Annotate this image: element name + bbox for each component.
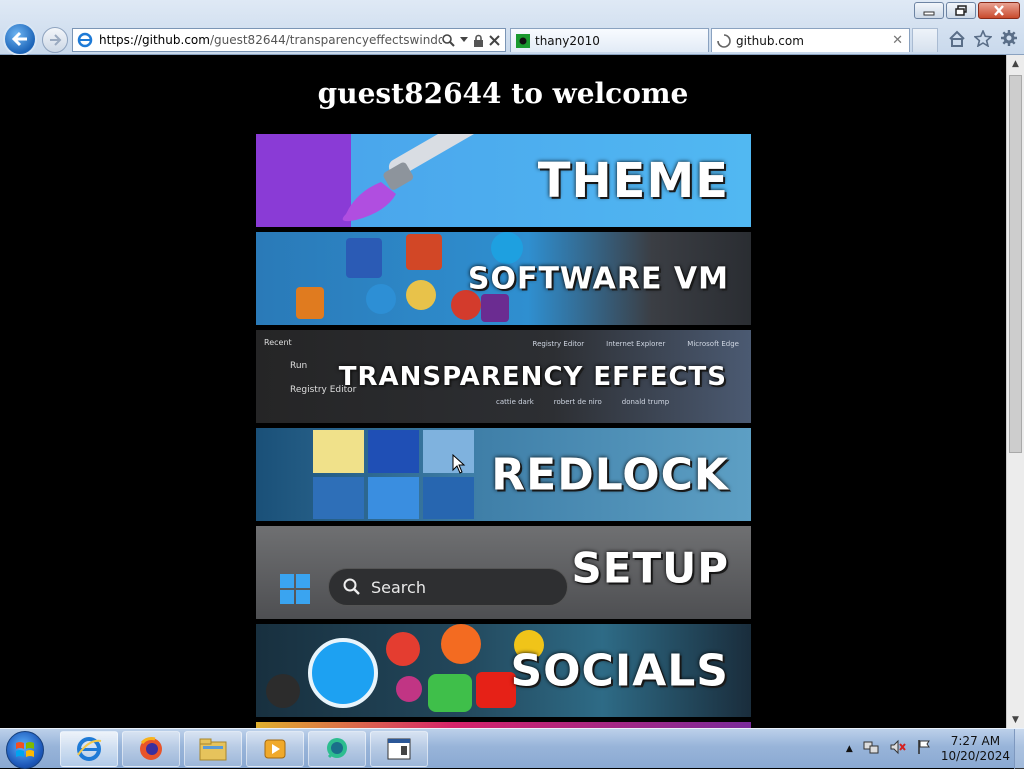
banner-software-vm[interactable]: SOFTWARE VM bbox=[256, 232, 751, 325]
window-controls bbox=[914, 2, 1020, 19]
banner-redlock[interactable]: REDLOCK bbox=[256, 428, 751, 521]
clock-time: 7:27 AM bbox=[950, 734, 1001, 748]
clock[interactable]: 7:27 AM 10/20/2024 bbox=[941, 734, 1010, 764]
banner-label: TRANSPARENCY EFFECTS bbox=[338, 361, 727, 392]
url-text[interactable]: https://github.com/guest82644/transparen… bbox=[99, 33, 442, 47]
page-title: guest82644 to welcome bbox=[317, 77, 689, 110]
forward-button[interactable] bbox=[42, 27, 68, 53]
firefox-icon bbox=[140, 737, 162, 760]
minimize-button[interactable] bbox=[914, 2, 944, 19]
tab-label: github.com bbox=[736, 33, 804, 48]
folder-icon bbox=[199, 738, 227, 761]
volume-muted-icon[interactable] bbox=[889, 739, 907, 759]
app-label: cattie dark bbox=[496, 398, 534, 406]
url-path: /guest82644/transparencyeffectswindows bbox=[209, 33, 442, 47]
recent-header: Recent bbox=[264, 338, 292, 347]
favorites-star-icon[interactable] bbox=[973, 28, 993, 51]
windows-logo-icon bbox=[280, 574, 310, 604]
banner-theme[interactable]: THEME bbox=[256, 134, 751, 227]
start-button[interactable] bbox=[6, 731, 44, 769]
taskbar-chat-app[interactable] bbox=[308, 731, 366, 767]
banner-setup[interactable]: Search SETUP bbox=[256, 526, 751, 619]
scroll-thumb[interactable] bbox=[1009, 75, 1022, 453]
search-placeholder: Search bbox=[371, 577, 426, 597]
minimize-icon bbox=[923, 11, 935, 15]
taskbar-internet-explorer[interactable] bbox=[60, 731, 118, 767]
tab-label: thany2010 bbox=[535, 33, 600, 48]
search-icon bbox=[343, 578, 360, 595]
forward-arrow-icon bbox=[50, 34, 62, 46]
paintbrush-icon bbox=[342, 134, 479, 222]
restore-icon bbox=[955, 5, 967, 16]
stop-icon[interactable] bbox=[489, 34, 500, 46]
home-icon[interactable] bbox=[948, 30, 966, 51]
chat-bubble-icon bbox=[327, 738, 347, 759]
media-player-icon bbox=[264, 739, 286, 759]
tab-thany2010[interactable]: thany2010 bbox=[510, 28, 709, 52]
banner-label: SOFTWARE VM bbox=[467, 261, 729, 296]
windows-logo-icon bbox=[16, 742, 34, 757]
vertical-scrollbar[interactable]: ▲ ▼ bbox=[1006, 55, 1024, 728]
green-square-icon bbox=[516, 33, 530, 48]
close-window-button[interactable] bbox=[978, 2, 1020, 19]
app-label: donald trump bbox=[621, 398, 670, 406]
close-icon bbox=[994, 5, 1004, 16]
taskbar-window-app[interactable] bbox=[370, 731, 428, 767]
back-arrow-icon bbox=[11, 31, 27, 47]
taskbar-media-player[interactable] bbox=[246, 731, 304, 767]
page-viewport: guest82644 to welcome THEME SOFTWARE VM … bbox=[0, 55, 1006, 728]
app-label: Microsoft Edge bbox=[687, 340, 739, 348]
taskbar-file-explorer[interactable] bbox=[184, 731, 242, 767]
banner-label: SOCIALS bbox=[510, 645, 729, 696]
top-apps-row: Registry Editor Internet Explorer Micros… bbox=[533, 340, 739, 348]
banner-socials[interactable]: SOCIALS bbox=[256, 624, 751, 717]
scroll-down-icon[interactable]: ▼ bbox=[1007, 711, 1024, 728]
banner-label: SETUP bbox=[571, 543, 729, 593]
banner-transparency-effects[interactable]: Recent Run Registry Editor Registry Edit… bbox=[256, 330, 751, 423]
new-tab-button[interactable] bbox=[912, 28, 938, 52]
search-bar-image: Search bbox=[328, 568, 568, 606]
address-bar[interactable]: https://github.com/guest82644/transparen… bbox=[72, 28, 506, 52]
ie-page-icon bbox=[77, 32, 93, 48]
lock-icon[interactable] bbox=[473, 34, 484, 47]
start-tiles-image bbox=[311, 428, 476, 521]
show-desktop-button[interactable] bbox=[1014, 729, 1024, 769]
taskbar: ▲ 7:27 AM 10/20/2024 bbox=[0, 728, 1024, 769]
clock-date: 10/20/2024 bbox=[940, 749, 1010, 763]
browser-chrome: https://github.com/guest82644/transparen… bbox=[0, 0, 1024, 56]
banner-list: THEME SOFTWARE VM Recent Run Registry Ed… bbox=[256, 134, 751, 728]
internet-explorer-icon bbox=[77, 737, 102, 761]
app-label: Registry Editor bbox=[532, 340, 585, 348]
url-host: https://github.com bbox=[99, 33, 210, 47]
taskbar-firefox[interactable] bbox=[122, 731, 180, 767]
scroll-up-icon[interactable]: ▲ bbox=[1007, 55, 1024, 72]
dropdown-arrow-icon[interactable] bbox=[460, 37, 468, 43]
tab-github[interactable]: github.com ✕ bbox=[711, 28, 910, 52]
show-hidden-icons-icon[interactable]: ▲ bbox=[846, 744, 853, 754]
restore-button[interactable] bbox=[946, 2, 976, 19]
app-label: robert de niro bbox=[553, 398, 602, 406]
network-icon[interactable] bbox=[863, 739, 879, 759]
mouse-cursor-icon bbox=[452, 454, 466, 474]
action-center-flag-icon[interactable] bbox=[917, 739, 931, 759]
banner-label: THEME bbox=[537, 152, 729, 209]
banner-label: REDLOCK bbox=[491, 449, 729, 500]
gear-icon[interactable] bbox=[1000, 29, 1018, 51]
back-button[interactable] bbox=[3, 22, 37, 56]
app-label: Internet Explorer bbox=[606, 340, 666, 348]
system-tray: ▲ 7:27 AM 10/20/2024 bbox=[846, 729, 1024, 769]
window-icon bbox=[387, 738, 411, 760]
search-icon[interactable] bbox=[442, 33, 455, 47]
bottom-apps-row: cattie dark robert de niro donald trump bbox=[496, 398, 669, 406]
tab-close-icon[interactable]: ✕ bbox=[892, 33, 903, 48]
loading-spinner-icon bbox=[717, 33, 731, 48]
